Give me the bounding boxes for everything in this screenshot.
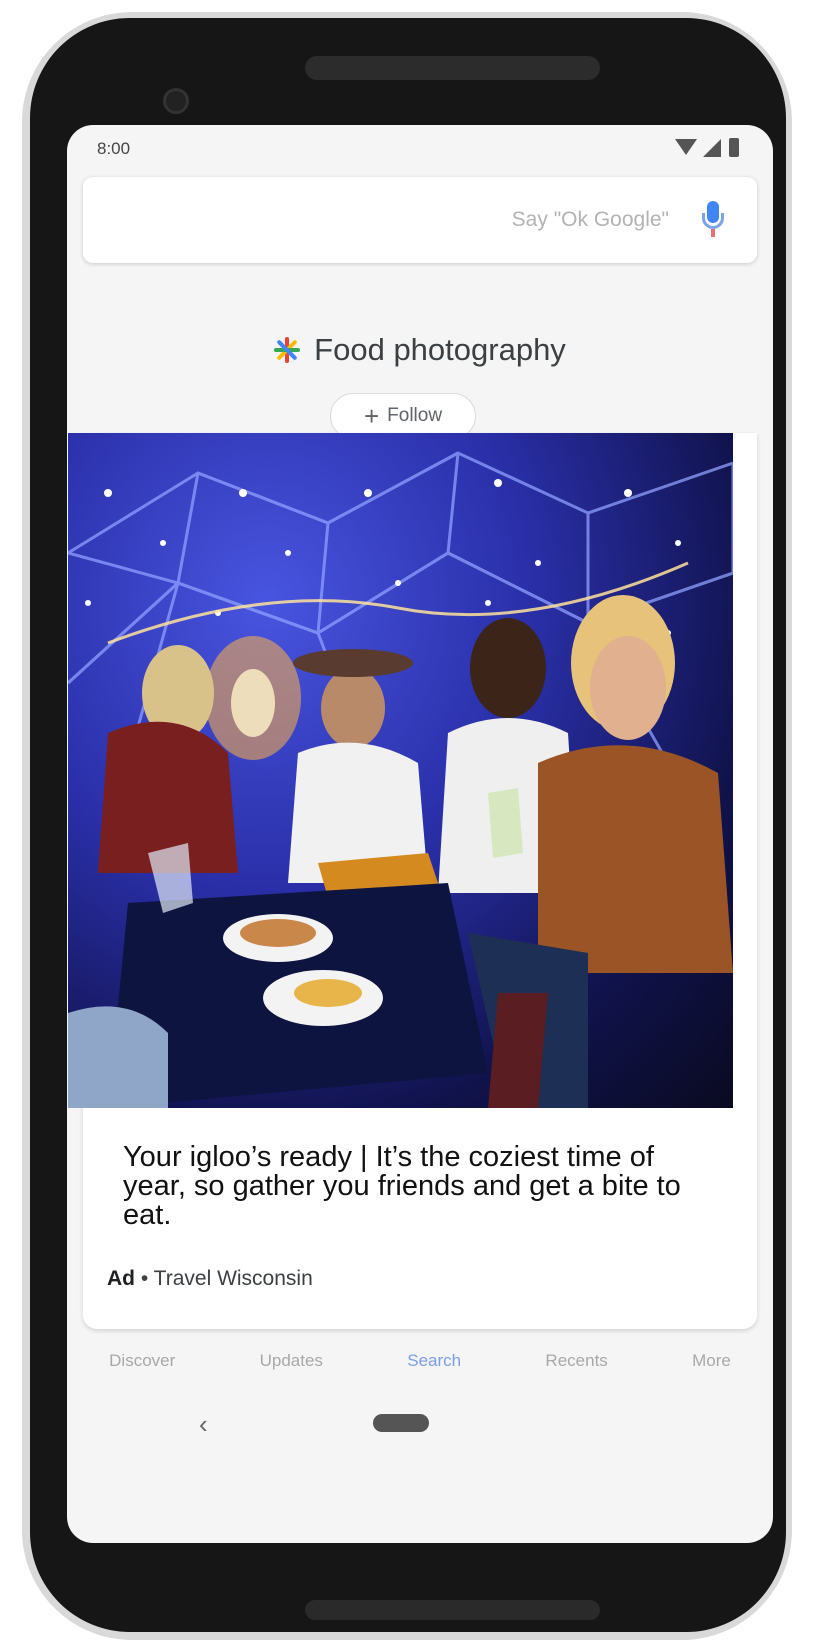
signal-icon xyxy=(703,139,721,157)
tab-recents[interactable]: Recents xyxy=(545,1351,607,1391)
earpiece-speaker xyxy=(305,56,600,80)
card-headline[interactable]: Your igloo’s ready | It’s the coziest ti… xyxy=(123,1143,713,1230)
mic-icon[interactable] xyxy=(701,201,725,239)
search-bar[interactable]: Say "Ok Google" xyxy=(83,177,757,263)
igloo-scene xyxy=(68,451,733,1108)
back-icon[interactable]: ‹ xyxy=(199,1409,208,1440)
home-button[interactable] xyxy=(373,1414,429,1432)
front-camera-icon xyxy=(163,88,189,114)
tab-discover[interactable]: Discover xyxy=(109,1351,175,1391)
tab-more[interactable]: More xyxy=(692,1351,731,1391)
topic-header: Food photography xyxy=(67,325,773,375)
tab-search[interactable]: Search xyxy=(407,1351,461,1391)
card-source[interactable]: Ad • Travel Wisconsin xyxy=(107,1267,313,1291)
wifi-icon xyxy=(675,139,697,155)
sparkle-icon xyxy=(274,337,301,363)
topic-title: Food photography xyxy=(314,332,566,367)
phone-screen: 8:00 Say "Ok Google" Food photography + … xyxy=(67,125,773,1543)
follow-label: Follow xyxy=(387,405,443,426)
feed-card[interactable]: Your igloo’s ready | It’s the coziest ti… xyxy=(68,433,757,1329)
separator-dot: • xyxy=(140,1267,149,1290)
advertiser-name: Travel Wisconsin xyxy=(153,1267,313,1290)
bottom-nav: Discover Updates Search Recents More xyxy=(67,1351,773,1391)
ad-badge: Ad xyxy=(107,1267,135,1290)
plus-icon: + xyxy=(363,401,380,431)
bottom-speaker xyxy=(305,1600,600,1620)
search-placeholder: Say "Ok Google" xyxy=(511,208,669,231)
battery-icon xyxy=(729,138,739,157)
status-icons xyxy=(675,137,749,157)
card-image[interactable] xyxy=(68,433,733,1108)
tab-updates[interactable]: Updates xyxy=(260,1351,323,1391)
status-time: 8:00 xyxy=(97,139,131,158)
